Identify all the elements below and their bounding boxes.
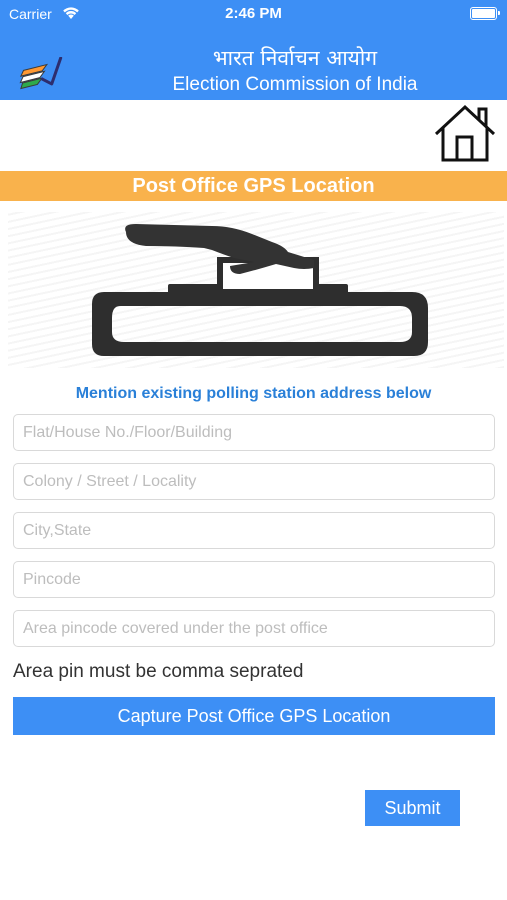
english-title: Election Commission of India bbox=[172, 74, 418, 95]
house-address-input[interactable] bbox=[13, 414, 495, 451]
area-pincode-input[interactable] bbox=[13, 610, 495, 647]
ballot-box-icon bbox=[92, 224, 428, 356]
instruction-text: Mention existing polling station address… bbox=[75, 385, 432, 402]
area-pin-note: Area pin must be comma seprated bbox=[13, 661, 304, 682]
submit-button[interactable]: Submit bbox=[365, 790, 460, 826]
home-button[interactable] bbox=[434, 104, 496, 162]
clock-label: 2:46 PM bbox=[225, 5, 282, 22]
hero-image bbox=[8, 212, 504, 368]
status-bar: Carrier 2:46 PM bbox=[0, 0, 507, 28]
hindi-title: भारत निर्वाचन आयोग bbox=[212, 46, 378, 70]
eci-logo-icon bbox=[19, 57, 63, 90]
app-header: Carrier 2:46 PM भारत निर्वाचन आयोग Elect… bbox=[0, 0, 507, 100]
section-banner: Post Office GPS Location bbox=[0, 171, 507, 201]
pincode-input[interactable] bbox=[13, 561, 495, 598]
home-icon bbox=[434, 104, 496, 162]
street-locality-input[interactable] bbox=[13, 463, 495, 500]
battery-icon bbox=[470, 7, 500, 20]
city-state-input[interactable] bbox=[13, 512, 495, 549]
capture-gps-button[interactable]: Capture Post Office GPS Location bbox=[13, 697, 495, 735]
